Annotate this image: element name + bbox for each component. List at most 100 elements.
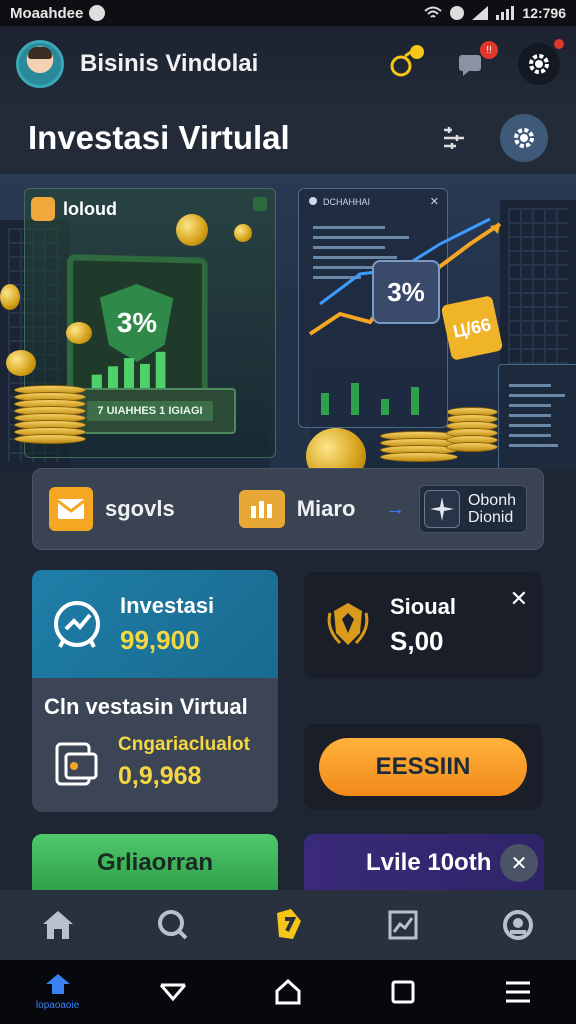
sync-icon	[89, 5, 106, 21]
gear-icon	[529, 54, 549, 74]
nav-finance[interactable]	[258, 895, 318, 955]
apps-icon	[45, 973, 70, 994]
tab-growth-line2: Dionid	[467, 509, 514, 526]
monitor-base: 7 UIAHHES 1 IGIAGI	[64, 388, 236, 434]
wifi-icon	[424, 6, 443, 18]
virtual-label: Cngariaclualot	[118, 734, 250, 755]
laurel-badge-icon	[327, 603, 369, 645]
notification-badge	[410, 45, 424, 59]
tab-growth-line1: Obonh	[467, 492, 516, 509]
virtual-value: 0,9,968	[118, 762, 202, 790]
nav-home[interactable]	[28, 895, 88, 955]
investment-value: 99,900	[120, 624, 200, 655]
box-icon	[31, 197, 55, 221]
close-icon[interactable]: ✕	[500, 844, 538, 882]
cta-button[interactable]: EESSIIN	[319, 738, 527, 796]
side-panel	[498, 364, 576, 470]
virtual-heading: Cln vestasin Virtual	[44, 694, 248, 719]
nav-search[interactable]	[143, 895, 203, 955]
hero-tag: loloud	[31, 197, 117, 221]
messages-button[interactable]: !!	[450, 41, 498, 85]
coin-stack	[14, 385, 86, 444]
home-outline-icon	[275, 978, 301, 1005]
envelope-icon	[49, 487, 93, 531]
system-nav: lopaoaoie	[0, 960, 576, 1024]
cta-card: EESSIIN	[304, 724, 542, 810]
sioual-value: S,00	[390, 625, 444, 656]
network-icon	[472, 6, 489, 20]
hero-banner: loloud 3% 7 UIAHHES 1 IGIAGI DCHAHHAI ✕	[0, 174, 576, 470]
settings-button[interactable]	[518, 39, 564, 85]
menu-icon	[506, 981, 531, 1003]
status-icon	[309, 197, 317, 205]
arrow-right-icon: →	[384, 497, 405, 520]
close-icon[interactable]: ✕	[510, 586, 528, 612]
investment-card-header: Investasi 99,900	[32, 570, 278, 678]
avatar[interactable]	[16, 40, 64, 88]
nav-profile[interactable]	[488, 895, 548, 955]
coin-icon	[0, 284, 20, 310]
system-down-button[interactable]	[141, 964, 205, 1020]
carrier-label: Moaahdee	[10, 4, 84, 22]
square-icon	[391, 980, 415, 1004]
investment-title: Investasi	[120, 592, 215, 618]
sioual-card[interactable]: Sioual S,00 ✕	[304, 572, 542, 678]
clock: 12:796	[522, 5, 566, 21]
sioual-title: Sioual	[390, 593, 457, 619]
percent-shield: 3%	[100, 283, 173, 362]
settings-dot	[554, 39, 564, 49]
category-tabs: sgovls Miaro → Obonh Dionid	[32, 468, 544, 550]
green-action-button[interactable]: Grliaorran	[32, 834, 278, 892]
chart-icon	[388, 910, 418, 940]
chart-panel-title: DCHAHHAI	[323, 197, 371, 207]
purple-action-button[interactable]: Lvile 10oth ✕	[304, 834, 544, 892]
side-panel-rows	[509, 377, 576, 454]
percent-badge: 3%	[372, 260, 440, 324]
gold-tag: Ц/66	[440, 295, 504, 361]
monitor-base-label: 7 UIAHHES 1 IGIAGI	[87, 401, 213, 421]
gear-icon	[514, 128, 534, 148]
coin-icon	[6, 350, 36, 376]
search-icon	[157, 910, 188, 940]
nav-chart[interactable]	[373, 895, 433, 955]
sparkle-icon	[423, 490, 460, 528]
system-recents-button[interactable]	[371, 964, 435, 1020]
home-icon	[42, 911, 73, 939]
coin-icon	[234, 224, 252, 242]
purple-action-label: Lvile 10oth	[366, 849, 492, 876]
tab-savings-label: sgovls	[105, 496, 175, 521]
bar-chart-icon	[321, 383, 419, 415]
close-icon: ✕	[429, 196, 439, 208]
system-home-button[interactable]	[256, 964, 320, 1020]
chart-panel-header: DCHAHHAI	[309, 197, 370, 207]
system-apps-label: lopaoaoie	[35, 999, 80, 1011]
close-icon	[253, 197, 267, 211]
coin-icon	[66, 322, 92, 344]
wallet-icon	[55, 742, 98, 785]
signal-icon	[496, 6, 515, 20]
tab-savings[interactable]: sgovls	[49, 487, 175, 531]
tab-micro-label: Miaro	[296, 496, 356, 521]
coin-icon	[306, 428, 366, 470]
notification-button[interactable]	[382, 43, 424, 85]
bar-chart-icon	[91, 351, 166, 391]
virtual-summary: Cngariaclualot 0,9,968	[32, 720, 278, 791]
investment-card[interactable]: Investasi 99,900 Cln vestasin Virtual Cn…	[32, 570, 278, 812]
growth-badge-icon	[54, 601, 100, 648]
tab-growth[interactable]: Obonh Dionid	[418, 485, 527, 533]
chevron-down-icon	[159, 983, 186, 1002]
tab-micro[interactable]: Miaro	[238, 490, 356, 528]
coin-stack	[446, 407, 498, 452]
bottom-nav	[0, 890, 576, 960]
system-menu-button[interactable]	[486, 964, 550, 1020]
filter-icon[interactable]	[442, 127, 466, 149]
coin-icon	[176, 214, 208, 246]
alarm-icon	[450, 6, 465, 20]
bar-chart-icon	[238, 490, 285, 528]
finance-icon	[276, 909, 301, 939]
system-apps-button[interactable]: lopaoaoie	[26, 964, 90, 1020]
page-settings-button[interactable]	[500, 114, 548, 162]
messages-badge: !!	[480, 41, 498, 59]
page-title: Investasi Virtulal	[28, 119, 290, 156]
app-title: Bisinis Vindolai	[80, 50, 259, 77]
